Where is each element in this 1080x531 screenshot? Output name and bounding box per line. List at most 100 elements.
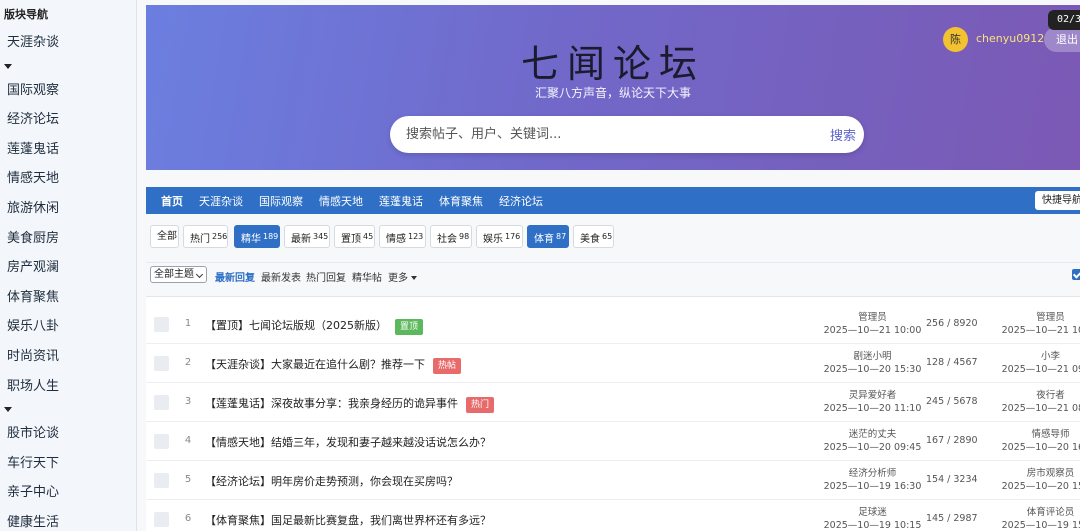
logout-button[interactable]: 退出 xyxy=(1044,27,1080,52)
author-name[interactable]: 经济分析师 xyxy=(849,468,897,479)
sidebar-item[interactable]: 娱乐八卦 xyxy=(0,312,136,342)
category-hot[interactable]: 热门 256 xyxy=(183,225,228,248)
post-stats: 154 / 3234 xyxy=(926,474,978,485)
table-row[interactable]: 5 【经济论坛】明年房价走势预测，你会现在买房吗？ 经济分析师 2025—10—1… xyxy=(146,461,1080,500)
toggle-checkbox[interactable] xyxy=(1072,269,1080,280)
table-row[interactable]: 3 【莲蓬鬼话】深夜故事分享：我亲身经历的诡异事件 热门 灵异爱好者 2025—10… xyxy=(146,383,1080,422)
search-input[interactable] xyxy=(406,124,806,145)
table-row[interactable]: 2 【天涯杂谈】大家最近在追什么剧？推荐一下 热帖 剧迷小明 2025—10—20 … xyxy=(146,344,1080,383)
caret-down-icon xyxy=(411,276,417,280)
author-name[interactable]: 迷茫的丈夫 xyxy=(849,429,897,440)
sort-latest-post[interactable]: 最新发表 xyxy=(261,269,301,284)
last-reply: 情感导师2025—10—20 16:20 xyxy=(1001,429,1080,453)
sidebar-item[interactable]: 车行天下 xyxy=(0,449,136,479)
sidebar-item[interactable]: 亲子中心 xyxy=(0,478,136,508)
author-name[interactable]: 管理员 xyxy=(858,312,887,323)
row-number: 1 xyxy=(184,318,192,329)
row-checkbox[interactable] xyxy=(154,473,169,488)
nav-item[interactable]: 体育聚焦 xyxy=(439,193,483,209)
category-food[interactable]: 美食 65 xyxy=(573,225,614,248)
nav-item[interactable]: 经济论坛 xyxy=(499,193,543,209)
post-stats: 145 / 2987 xyxy=(926,513,978,524)
last-reply: 房市观察员2025—10—20 15:10 xyxy=(1001,468,1080,492)
avatar[interactable]: 陈 xyxy=(943,27,968,52)
nav-item[interactable]: 莲蓬鬼话 xyxy=(379,193,423,209)
sidebar-item[interactable]: 时尚资讯 xyxy=(0,342,136,372)
last-reply-user[interactable]: 管理员 xyxy=(1036,312,1065,323)
table-row[interactable]: 4 【情感天地】结婚三年，发现和妻子越来越没话说怎么办？ 迷茫的丈夫 2025—1… xyxy=(146,422,1080,461)
row-number: 2 xyxy=(184,357,192,368)
sidebar-item[interactable]: 股市论谈 xyxy=(0,419,136,449)
sort-hot-reply[interactable]: 热门回复 xyxy=(306,269,346,284)
last-reply-user[interactable]: 体育评论员 xyxy=(1027,507,1075,518)
sidebar-item[interactable]: 体育聚焦 xyxy=(0,283,136,313)
row-checkbox[interactable] xyxy=(154,512,169,527)
table-row[interactable]: 1 【置顶】七闻论坛版规（2025新版） 置顶 管理员 2025—10—21 10:… xyxy=(146,305,1080,344)
last-reply: 小李2025—10—21 09:15 xyxy=(1001,351,1080,375)
post-author: 迷茫的丈夫 2025—10—20 09:45 xyxy=(823,429,922,453)
post-author: 灵异爱好者 2025—10—20 11:10 xyxy=(823,390,922,414)
last-reply-user[interactable]: 小李 xyxy=(1041,351,1060,362)
sidebar-item[interactable]: 房产观澜 xyxy=(0,253,136,283)
sidebar-item[interactable]: 莲蓬鬼话 xyxy=(0,135,136,165)
post-title-link[interactable]: 【体育聚焦】国足最新比赛复盘，我们离世界杯还有多远？ xyxy=(205,512,491,528)
author-name[interactable]: 足球迷 xyxy=(858,507,887,518)
last-reply-user[interactable]: 情感导师 xyxy=(1031,429,1069,440)
table-row[interactable]: 6 【体育聚焦】国足最新比赛复盘，我们离世界杯还有多远？ 足球迷 2025—10—… xyxy=(146,500,1080,531)
category-latest[interactable]: 最新 345 xyxy=(284,225,330,248)
post-title-link[interactable]: 【经济论坛】明年房价走势预测，你会现在买房吗？ xyxy=(205,473,458,489)
category-society[interactable]: 社会 98 xyxy=(430,225,472,248)
nav-item[interactable]: 天涯杂谈 xyxy=(199,193,243,209)
post-title-link[interactable]: 【天涯杂谈】大家最近在追什么剧？推荐一下 热帖 xyxy=(205,356,462,374)
row-checkbox[interactable] xyxy=(154,356,169,371)
category-sports[interactable]: 体育 87 xyxy=(527,225,569,248)
row-number: 4 xyxy=(184,435,192,446)
sidebar-item[interactable]: 美食厨房 xyxy=(0,224,136,254)
post-stats: 167 / 2890 xyxy=(926,435,978,446)
post-title-link[interactable]: 【莲蓬鬼话】深夜故事分享：我亲身经历的诡异事件 热门 xyxy=(205,395,495,413)
main-nav: 首页 天涯杂谈 国际观察 情感天地 莲蓬鬼话 体育聚焦 经济论坛 快捷导航 xyxy=(146,187,1080,214)
sort-latest-reply[interactable]: 最新回复 xyxy=(215,269,255,284)
quick-nav-button[interactable]: 快捷导航 xyxy=(1035,191,1080,210)
post-author: 剧迷小明 2025—10—20 15:30 xyxy=(823,351,922,375)
row-number: 5 xyxy=(184,474,192,485)
post-title-link[interactable]: 【置顶】七闻论坛版规（2025新版） 置顶 xyxy=(205,317,424,335)
category-all[interactable]: 全部 xyxy=(150,225,179,248)
post-title-link[interactable]: 【情感天地】结婚三年，发现和妻子越来越没话说怎么办？ xyxy=(205,434,491,450)
category-emotion[interactable]: 情感 123 xyxy=(379,225,426,248)
sidebar-item[interactable]: 情感天地 xyxy=(0,164,136,194)
nav-home[interactable]: 首页 xyxy=(161,193,183,209)
post-author: 管理员 2025—10—21 10:00 xyxy=(823,312,922,336)
sidebar-item[interactable]: 职场人生 xyxy=(0,372,136,402)
author-name[interactable]: 剧迷小明 xyxy=(853,351,891,362)
caret-down-icon[interactable] xyxy=(0,401,136,419)
row-checkbox[interactable] xyxy=(154,434,169,449)
sidebar-item[interactable]: 健康生活 xyxy=(0,508,136,531)
sort-more[interactable]: 更多 xyxy=(388,269,417,284)
search-button[interactable]: 搜索 xyxy=(830,125,856,144)
sidebar-item[interactable]: 天涯杂谈 xyxy=(0,28,136,58)
sidebar-item[interactable]: 旅游休闲 xyxy=(0,194,136,224)
category-entertainment[interactable]: 娱乐 176 xyxy=(476,225,523,248)
last-reply-user[interactable]: 夜行者 xyxy=(1036,390,1065,401)
caret-down-icon[interactable] xyxy=(0,58,136,76)
nav-item[interactable]: 国际观察 xyxy=(259,193,303,209)
post-stats: 128 / 4567 xyxy=(926,357,978,368)
username-link[interactable]: chenyu0912 xyxy=(976,32,1044,45)
sidebar-group-2: 国际观察 经济论坛 莲蓬鬼话 情感天地 旅游休闲 美食厨房 房产观澜 体育聚焦 … xyxy=(0,76,136,402)
sidebar-item[interactable]: 国际观察 xyxy=(0,76,136,106)
last-reply-user[interactable]: 房市观察员 xyxy=(1027,468,1075,479)
row-checkbox[interactable] xyxy=(154,317,169,332)
post-stats: 245 / 5678 xyxy=(926,396,978,407)
post-tag: 热门 xyxy=(466,397,495,413)
category-featured[interactable]: 精华 189 xyxy=(234,225,280,248)
sort-featured[interactable]: 精华帖 xyxy=(352,269,382,284)
category-pinned[interactable]: 置顶 45 xyxy=(334,225,375,248)
sidebar-item[interactable]: 经济论坛 xyxy=(0,105,136,135)
page-indicator: 02/3 xyxy=(1048,10,1080,30)
post-tag: 热帖 xyxy=(433,358,462,374)
topic-select[interactable]: 全部主题 xyxy=(150,266,207,283)
author-name[interactable]: 灵异爱好者 xyxy=(849,390,897,401)
row-checkbox[interactable] xyxy=(154,395,169,410)
nav-item[interactable]: 情感天地 xyxy=(319,193,363,209)
